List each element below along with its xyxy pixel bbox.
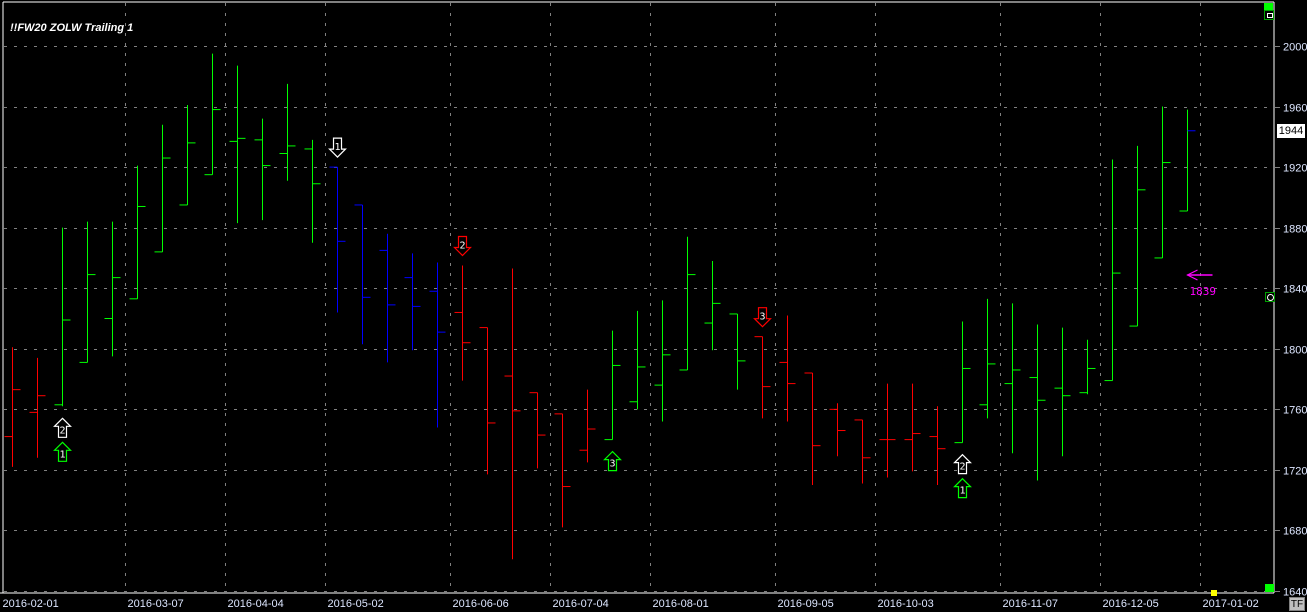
ohlc-bar: [379, 233, 396, 363]
ohlc-bar: [1029, 324, 1046, 481]
ohlc-bar: [629, 310, 646, 410]
signal-label: 2: [959, 462, 965, 473]
ohlc-bar: [329, 166, 346, 313]
ohlc-bar: [529, 392, 546, 469]
ohlc-bar: [354, 204, 371, 345]
minimize-icon[interactable]: [1264, 10, 1274, 20]
ohlc-bar: [729, 313, 746, 390]
timeframe-button[interactable]: TF: [1289, 597, 1305, 611]
ohlc-bar: [29, 357, 46, 458]
ohlc-bar: [54, 227, 71, 407]
ohlc-bar: [154, 124, 171, 253]
signal-label: 3: [759, 312, 765, 323]
ohlc-bar: [829, 403, 846, 457]
signal-label: 2: [459, 241, 465, 252]
ohlc-bar: [879, 383, 896, 478]
ohlc-bar: [454, 265, 471, 381]
ohlc-bar: [479, 327, 496, 475]
signal-up-arrow-icon: 3: [603, 450, 622, 472]
signal-down-arrow-icon: 2: [453, 235, 472, 257]
y-tick-label: 1680: [1283, 526, 1307, 538]
ohlc-bar: [254, 118, 271, 221]
chart-title: !!FW20 ZOLW Trailing 1: [10, 22, 134, 34]
signal-down-arrow-icon: 1: [328, 137, 347, 158]
ohlc-bar: [129, 165, 146, 300]
ohlc-bar: [1129, 145, 1146, 327]
ohlc-bar: [579, 389, 596, 463]
ohlc-bar: [604, 330, 621, 441]
ohlc-bar: [404, 253, 421, 351]
ohlc-bar: [904, 383, 921, 472]
x-tick-label: 2016-09-05: [778, 598, 834, 610]
ohlc-bar: [854, 419, 871, 484]
stop-marker: 1839: [1186, 269, 1217, 298]
ohlc-bar: [304, 139, 321, 243]
time-axis[interactable]: 2016-02-01 2016-03-07 2016-04-04 2016-05-02…: [3, 598, 1259, 610]
ohlc-bar: [1104, 159, 1121, 382]
ohlc-bar: [929, 406, 946, 486]
last-price-label: 1944: [1277, 124, 1305, 138]
grid-lines: [4, 3, 1273, 592]
scroll-bottom-indicator[interactable]: [1265, 584, 1274, 592]
signal-up-arrow-icon: 1: [53, 441, 72, 462]
ohlc-bar: [79, 221, 96, 363]
ohlc-bar: [1154, 106, 1171, 259]
stop-level-label: 1839: [1190, 285, 1217, 298]
y-tick-label: 1960: [1283, 103, 1307, 115]
signal-up-arrow-icon: 1: [953, 477, 972, 499]
signal-label: 2: [59, 425, 65, 436]
x-tick-label: 2016-12-05: [1103, 598, 1159, 610]
ohlc-bars: [4, 53, 1196, 560]
ohlc-bar: [804, 372, 821, 486]
ohlc-bar: [504, 268, 521, 560]
x-tick-label: 2016-05-02: [328, 598, 384, 610]
ohlc-bar: [179, 105, 196, 206]
ohlc-bar: [204, 53, 221, 176]
x-tick-label: 2016-04-04: [228, 598, 284, 610]
scroll-top-indicator[interactable]: [1264, 3, 1273, 10]
ohlc-bar: [979, 298, 996, 419]
y-tick-label: 1840: [1283, 284, 1307, 296]
y-tick-label: 1800: [1283, 345, 1307, 357]
x-tick-label: 2016-10-03: [878, 598, 934, 610]
y-tick-label: 1920: [1283, 163, 1307, 175]
x-tick-label: 2016-03-07: [128, 598, 184, 610]
signal-down-arrow-icon: 3: [753, 307, 772, 328]
y-tick-label: 1720: [1283, 466, 1307, 478]
ohlc-bar: [754, 336, 771, 419]
ohlc-bar: [1054, 327, 1071, 457]
y-tick-label: 2000: [1283, 42, 1307, 54]
ohlc-bar: [1004, 303, 1021, 454]
ohlc-bar: [429, 262, 446, 428]
ohlc-bar: [679, 236, 696, 371]
ohlc-bar: [654, 300, 671, 422]
x-tick-label: 2016-08-01: [653, 598, 709, 610]
signal-label: 1: [59, 449, 65, 460]
ohlc-bar: [704, 260, 721, 351]
x-tick-label: 2016-02-01: [3, 598, 59, 610]
price-chart[interactable]: 2000196019201880184018001760172016801640…: [0, 0, 1307, 612]
ohlc-bar: [4, 347, 21, 467]
ohlc-bar: [1079, 339, 1096, 395]
ohlc-bar: [954, 321, 971, 444]
y-tick-label: 1880: [1283, 224, 1307, 236]
ohlc-bar: [1179, 109, 1196, 212]
x-tick-label: 2017-01-02: [1203, 598, 1259, 610]
ohlc-bar: [279, 83, 296, 181]
time-cursor-marker[interactable]: [1211, 590, 1217, 596]
signal-label: 1: [959, 486, 965, 497]
signal-label: 3: [609, 459, 615, 470]
signal-label: 1: [334, 142, 340, 153]
x-tick-label: 2016-07-04: [553, 598, 609, 610]
ohlc-bar: [229, 65, 246, 224]
x-tick-label: 2016-06-06: [453, 598, 509, 610]
signal-up-arrow-icon: 2: [53, 417, 72, 438]
scale-circle-icon[interactable]: [1265, 292, 1275, 302]
ohlc-bar: [779, 315, 796, 422]
y-tick-label: 1760: [1283, 405, 1307, 417]
x-tick-label: 2016-11-07: [1003, 598, 1058, 610]
